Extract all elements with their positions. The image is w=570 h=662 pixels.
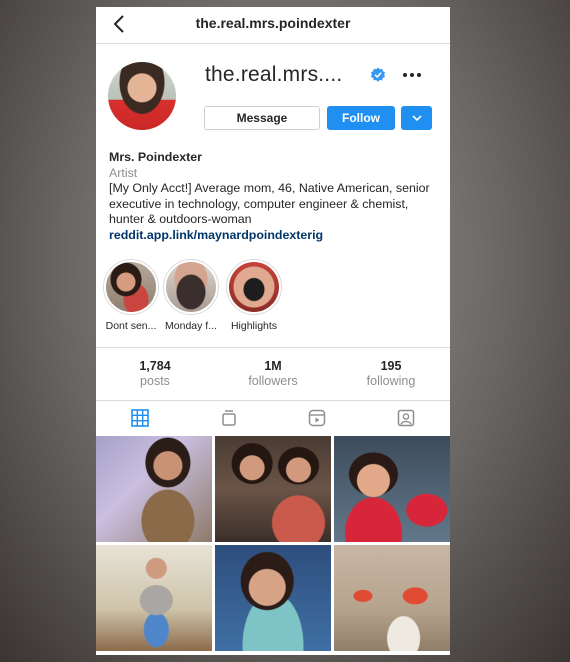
highlight-thumbnail	[166, 262, 216, 312]
highlight-ring	[226, 259, 282, 315]
bio-link[interactable]: reddit.app.link/maynardpoindexterig	[109, 228, 439, 244]
suggested-accounts-button[interactable]	[401, 106, 432, 130]
tab-tagged[interactable]	[362, 400, 451, 436]
top-bar: the.real.mrs.poindexter	[96, 7, 450, 44]
profile-avatar[interactable]	[108, 62, 176, 130]
tab-posts-grid[interactable]	[96, 400, 185, 436]
profile-stats: 1,784 posts 1M followers 195 following	[96, 347, 450, 401]
post-thumbnail[interactable]	[215, 436, 331, 542]
stat-label: posts	[140, 374, 170, 388]
stat-label: following	[366, 374, 416, 388]
igtv-icon	[222, 410, 236, 426]
profile-username: the.real.mrs....	[205, 63, 343, 86]
tab-reels[interactable]	[273, 400, 362, 436]
post-thumbnail[interactable]	[334, 436, 450, 542]
post-thumbnail[interactable]	[96, 436, 212, 542]
follow-button[interactable]: Follow	[327, 106, 395, 130]
profile-bio: Mrs. Poindexter Artist [My Only Acct!] A…	[109, 150, 439, 243]
posts-grid	[96, 436, 450, 651]
reels-icon	[309, 409, 326, 427]
stat-label: followers	[248, 374, 298, 388]
stat-posts[interactable]: 1,784 posts	[96, 348, 214, 400]
grid-icon	[131, 409, 150, 427]
post-thumbnail[interactable]	[215, 545, 331, 651]
stat-value: 195	[380, 359, 402, 373]
highlight-thumbnail	[106, 262, 156, 312]
highlight-ring	[103, 259, 159, 315]
bio-category: Artist	[109, 165, 138, 180]
highlight-ring	[163, 259, 219, 315]
bio-name: Mrs. Poindexter	[109, 150, 202, 164]
post-thumbnail[interactable]	[334, 545, 450, 651]
stat-following[interactable]: 195 following	[332, 348, 450, 400]
tab-igtv[interactable]	[185, 400, 274, 436]
highlight-item[interactable]: Highlights	[219, 259, 289, 332]
highlight-item[interactable]: Monday f...	[156, 259, 226, 332]
profile-tabs	[96, 400, 450, 436]
bio-text: [My Only Acct!] Average mom, 46, Native …	[109, 181, 430, 226]
post-thumbnail[interactable]	[96, 545, 212, 651]
highlight-label: Highlights	[230, 320, 278, 332]
tagged-icon	[397, 409, 414, 427]
stat-value: 1,784	[139, 359, 171, 373]
stat-followers[interactable]: 1M followers	[214, 348, 332, 400]
header-username: the.real.mrs.poindexter	[195, 15, 351, 31]
stat-value: 1M	[264, 359, 282, 373]
highlight-label: Monday f...	[165, 320, 217, 332]
story-highlights: Dont sen... Monday f... Highlights	[96, 259, 450, 339]
message-button[interactable]: Message	[204, 106, 320, 130]
instagram-profile-screen: the.real.mrs.poindexter the.real.mrs....…	[96, 7, 450, 655]
verified-badge-icon	[371, 67, 385, 82]
highlight-thumbnail	[229, 262, 279, 312]
chevron-down-icon	[411, 115, 422, 122]
more-options-icon[interactable]	[402, 71, 422, 79]
